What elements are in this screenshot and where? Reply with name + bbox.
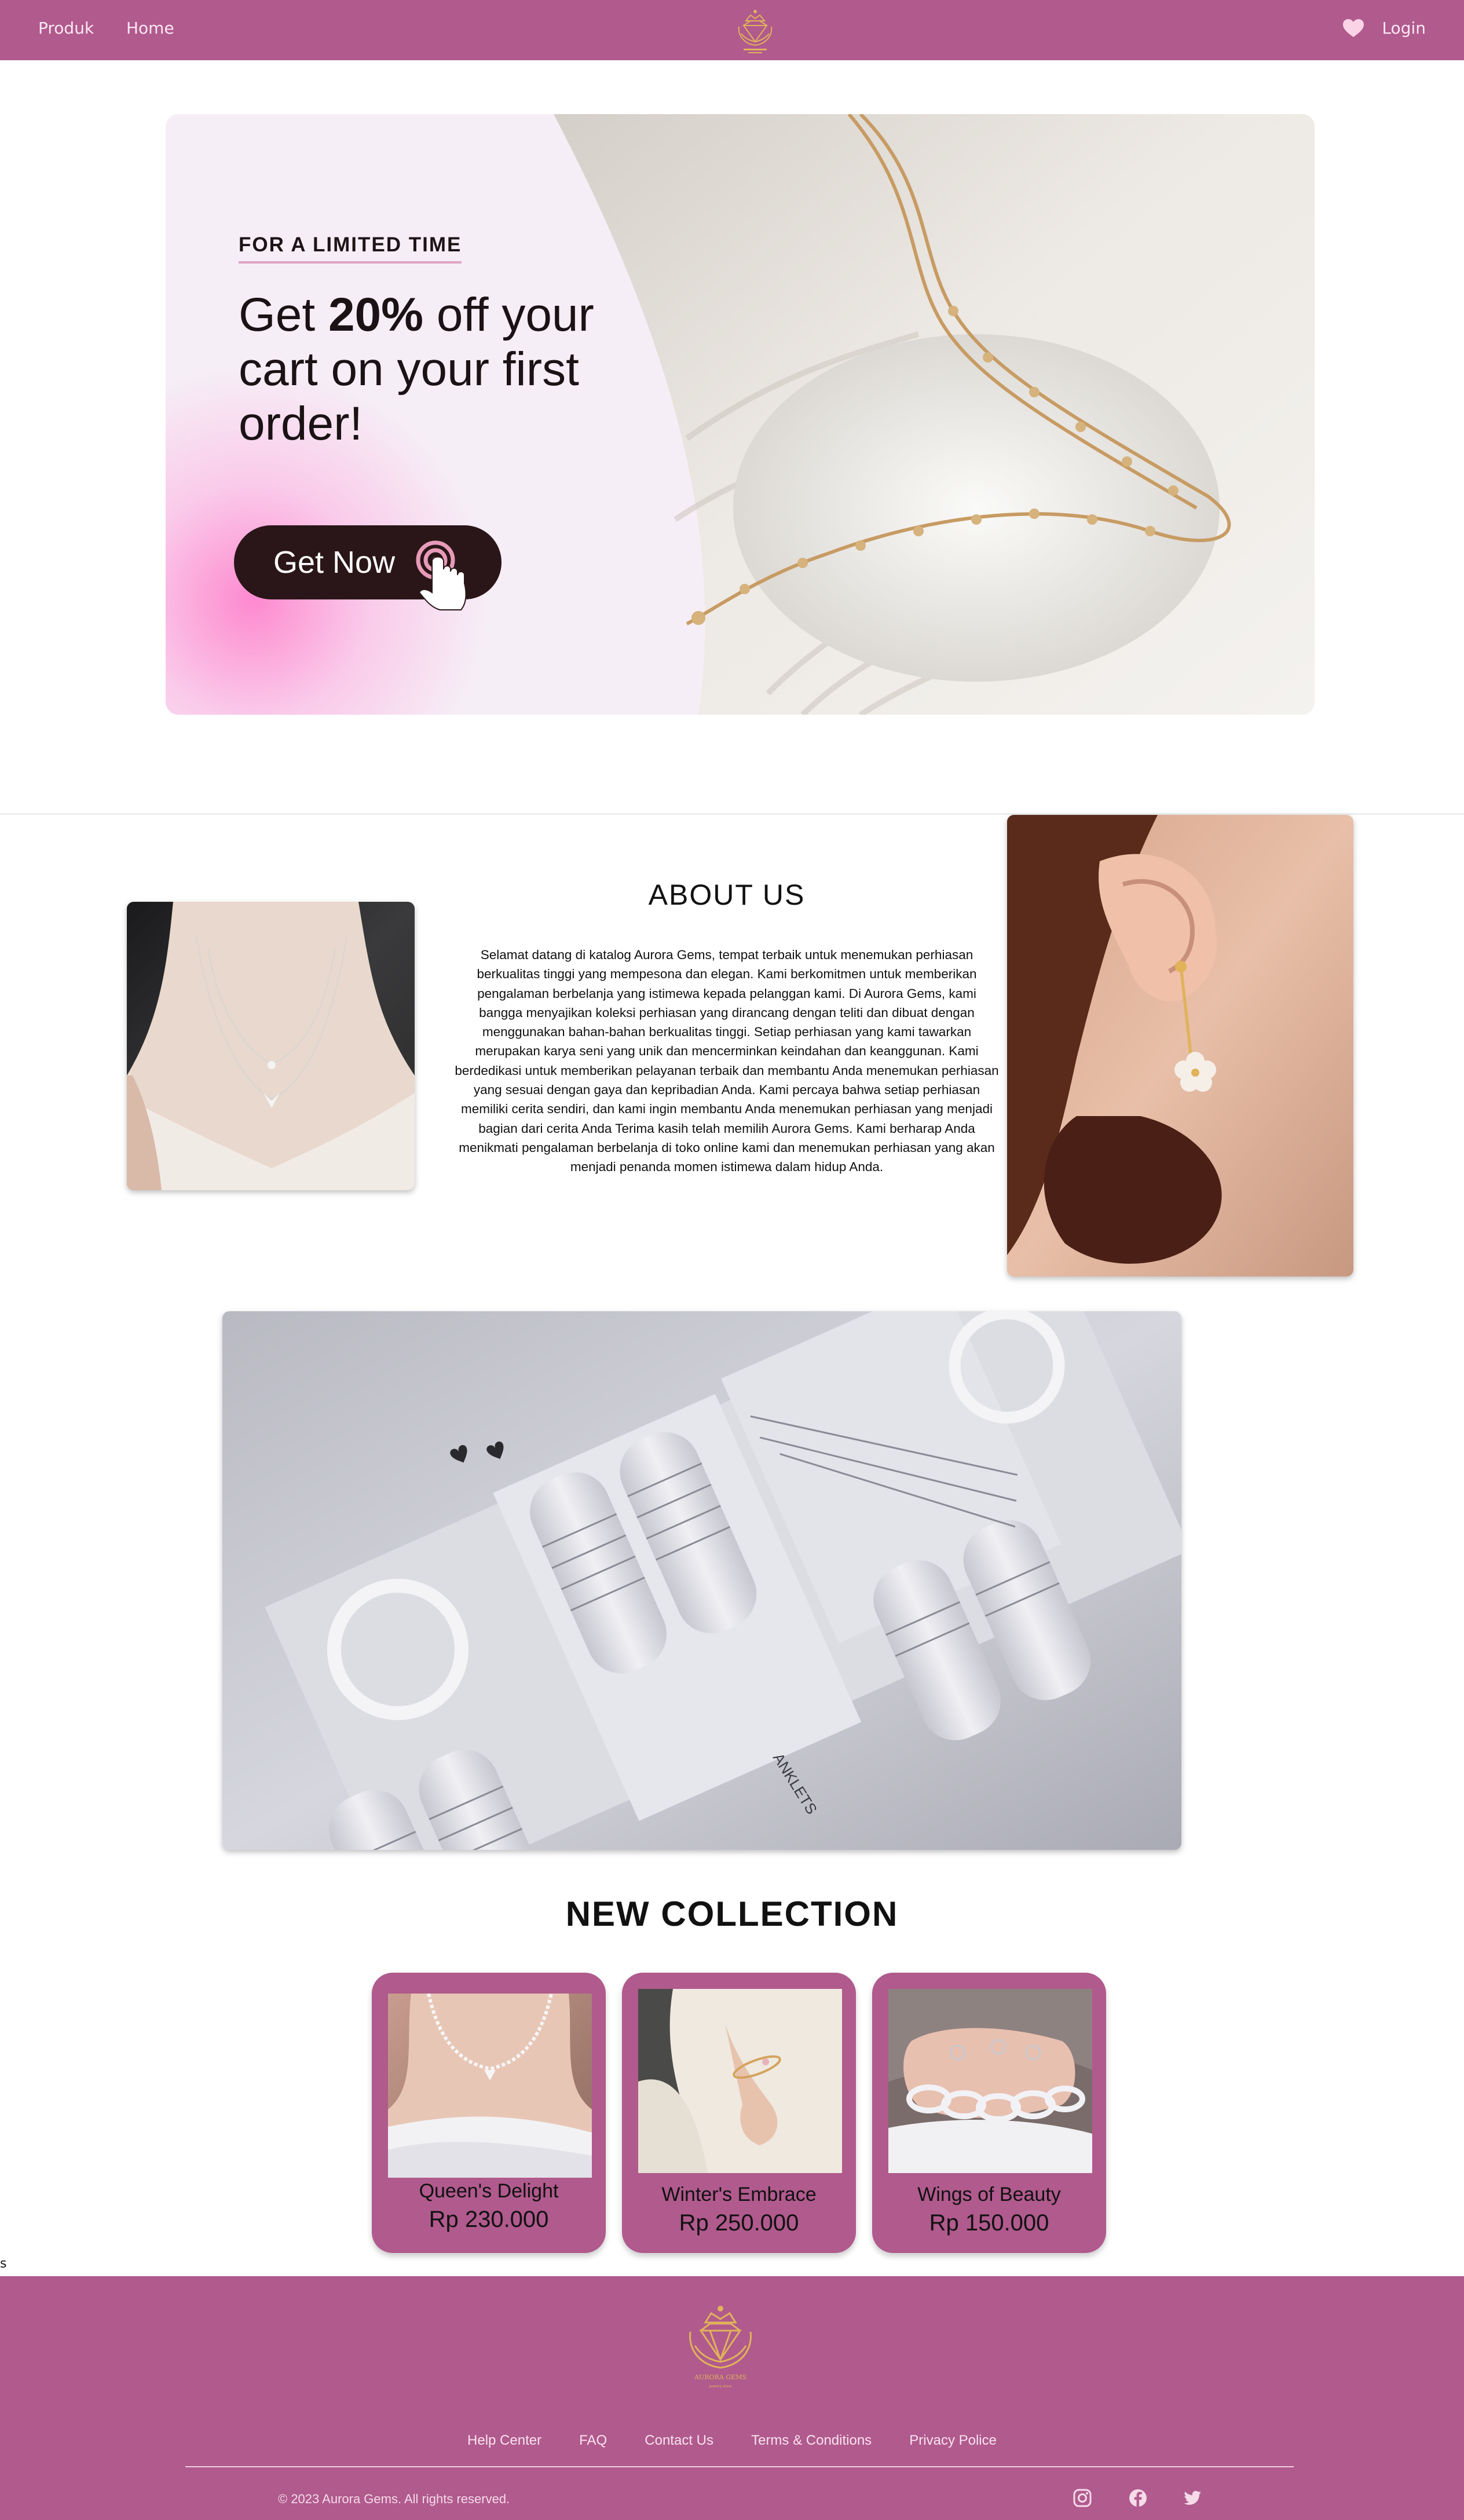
nav-link-home[interactable]: Home [126,19,174,38]
aurora-gems-crest-icon[interactable] [734,3,776,57]
product-image-queens-delight [388,1994,592,2178]
footer-link-terms[interactable]: Terms & Conditions [751,2433,872,2449]
footer-link-privacy[interactable]: Privacy Police [909,2433,997,2449]
instagram-icon[interactable] [1073,2488,1092,2508]
product-card[interactable]: Queen's Delight Rp 230.000 [372,1973,606,2253]
nav-link-produk[interactable]: Produk [38,19,94,38]
product-name: Queen's Delight [419,2180,559,2202]
footer-divider [185,2466,1294,2467]
product-price: Rp 150.000 [929,2210,1049,2236]
footer-link-faq[interactable]: FAQ [579,2433,607,2449]
heart-icon[interactable] [1342,19,1364,38]
collection-title: NEW COLLECTION [565,1894,899,1933]
about-earring-image [1007,815,1353,1277]
jewelry-display-image: ANKLETS [222,1311,1181,1850]
about-necklace-image [127,902,415,1190]
product-price: Rp 230.000 [429,2207,549,2232]
product-card[interactable]: Wings of Beauty Rp 150.000 [872,1973,1106,2253]
product-image-wings-of-beauty [888,1989,1092,2173]
twitter-icon[interactable] [1183,2488,1202,2508]
promo-hero-banner: FOR A LIMITED TIME Get 20% off your cart… [166,114,1315,715]
product-name: Winter's Embrace [661,2183,817,2206]
footer-link-contact-us[interactable]: Contact Us [645,2433,713,2449]
aurora-gems-footer-logo: AURORA GEMS jewelry store [689,2306,752,2389]
hero-headline: Get 20% off your cart on your first orde… [239,288,594,450]
footer-brand-subtitle: jewelry store [709,2384,732,2389]
product-image-winters-embrace [638,1989,842,2173]
stray-text: s [0,2256,7,2271]
facebook-icon[interactable] [1128,2488,1148,2508]
footer-copyright: © 2023 Aurora Gems. All rights reserved. [278,2492,510,2506]
product-price: Rp 250.000 [679,2210,799,2236]
about-title: ABOUT US [648,879,806,911]
footer-links: Help Center FAQ Contact Us Terms & Condi… [0,2433,1464,2449]
footer-link-help-center[interactable]: Help Center [467,2433,541,2449]
top-navbar: Produk Home Login [0,0,1464,60]
product-card[interactable]: Winter's Embrace Rp 250.000 [622,1973,856,2253]
login-link[interactable]: Login [1382,19,1426,38]
site-footer: AURORA GEMS jewelry store Help Center FA… [0,2276,1464,2520]
product-name: Wings of Beauty [917,2183,1061,2206]
tap-pointer-icon [416,540,467,610]
hero-kicker: FOR A LIMITED TIME [239,233,462,264]
about-text: Selamat datang di katalog Aurora Gems, t… [455,948,999,1175]
footer-brand-name: AURORA GEMS [694,2373,746,2381]
